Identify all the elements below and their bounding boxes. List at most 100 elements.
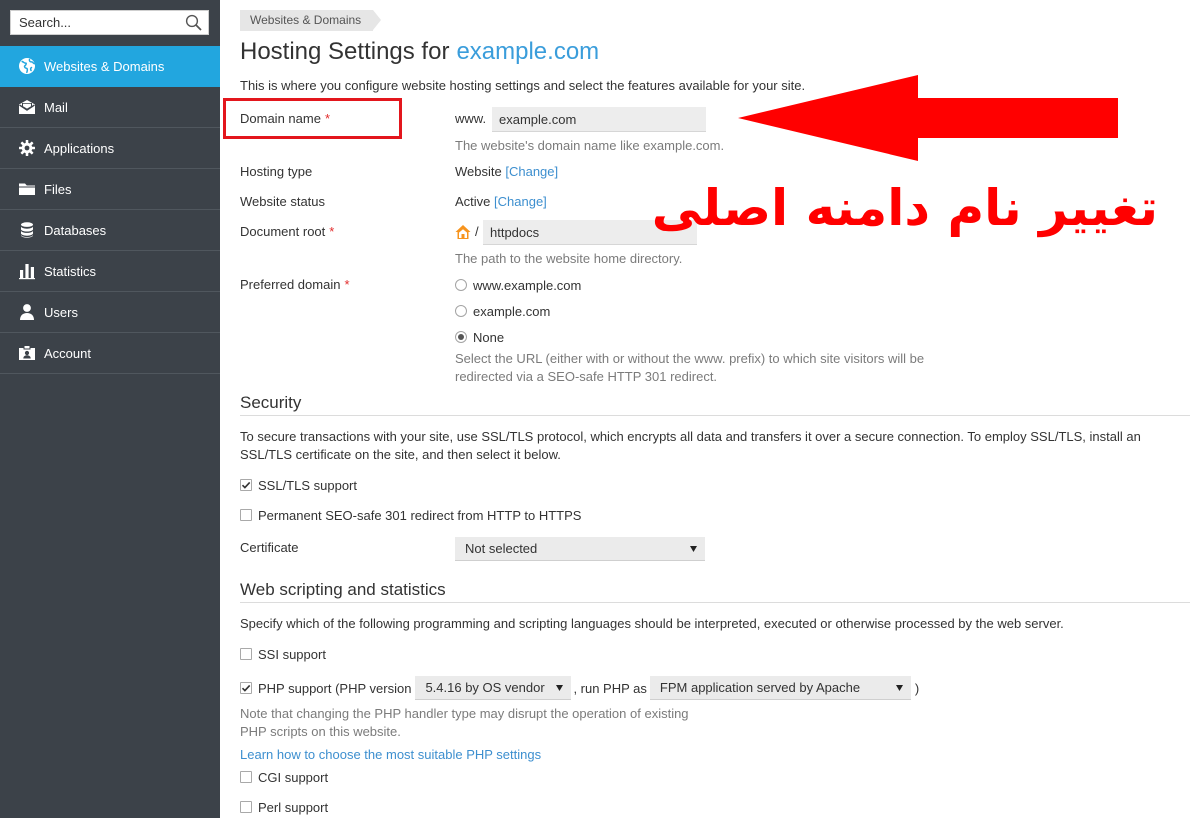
preferred-domain-option-none[interactable]: None xyxy=(455,328,504,346)
annotation-text: تغییر نام دامنه اصلی xyxy=(651,179,1158,237)
php-handler-select[interactable]: FPM application served by Apache xyxy=(649,676,911,700)
php-support-label: PHP support (PHP version xyxy=(258,680,412,696)
preferred-domain-label-text: Preferred domain xyxy=(240,277,341,292)
hosting-type-label: Hosting type xyxy=(240,164,313,179)
checkbox-label: CGI support xyxy=(258,769,329,785)
checkbox-label: SSL/TLS support xyxy=(258,477,357,493)
radio-button[interactable] xyxy=(455,331,467,343)
checkbox-label: Perl support xyxy=(258,799,329,815)
sidebar-item-websites-domains[interactable]: Websites & Domains xyxy=(0,46,220,87)
hosting-type-change-link[interactable]: [Change] xyxy=(505,164,558,179)
intro-line: To secure transactions with your site, u… xyxy=(240,429,1141,444)
page-title-text: Hosting Settings for xyxy=(240,38,450,65)
website-status-value: Active [Change] xyxy=(455,193,547,211)
checkmark-icon xyxy=(241,684,251,692)
annotation-highlight-box xyxy=(223,98,402,139)
checkmark-icon xyxy=(241,481,251,489)
sidebar-item-label: Mail xyxy=(44,99,68,115)
ssi-support-checkbox[interactable] xyxy=(240,648,252,660)
sidebar-item-label: Users xyxy=(44,304,78,320)
php-support-checkbox[interactable] xyxy=(240,682,252,694)
scripting-heading: Web scripting and statistics xyxy=(240,580,446,599)
page-title-domain: example.com xyxy=(456,38,600,65)
sidebar-item-label: Applications xyxy=(44,140,115,156)
domain-name-input[interactable] xyxy=(492,107,706,132)
perl-support-option[interactable]: Perl support xyxy=(240,798,328,816)
radio-label: None xyxy=(473,329,505,345)
search-input[interactable] xyxy=(11,11,183,34)
radio-button[interactable] xyxy=(455,279,467,291)
sidebar-item-label: Statistics xyxy=(44,263,97,279)
document-root-help: The path to the website home directory. xyxy=(455,251,683,266)
security-intro: To secure transactions with your site, u… xyxy=(240,428,1141,464)
radio-label: example.com xyxy=(473,303,551,319)
radio-button[interactable] xyxy=(455,305,467,317)
bar-chart-icon xyxy=(19,264,35,280)
hosting-type-text: Website xyxy=(455,164,502,179)
perl-support-checkbox[interactable] xyxy=(240,801,252,813)
preferred-domain-option-bare[interactable]: example.com xyxy=(455,302,550,320)
php-settings-help-link[interactable]: Learn how to choose the most suitable PH… xyxy=(240,746,541,764)
sidebar-item-statistics[interactable]: Statistics xyxy=(0,251,220,292)
section-divider xyxy=(240,602,1190,603)
folder-icon xyxy=(19,183,35,195)
sidebar-item-applications[interactable]: Applications xyxy=(0,128,220,169)
chevron-down-icon xyxy=(895,685,903,691)
certificate-select[interactable]: Not selected xyxy=(455,537,705,561)
preferred-domain-label: Preferred domain * xyxy=(240,276,350,294)
mail-icon xyxy=(19,100,35,114)
chevron-down-icon xyxy=(690,546,697,552)
php-version-select[interactable]: 5.4.16 by OS vendor xyxy=(415,676,572,700)
cgi-support-option[interactable]: CGI support xyxy=(240,768,328,786)
certificate-label: Certificate xyxy=(240,540,299,555)
note-line: PHP scripts on this website. xyxy=(240,724,401,739)
search-box xyxy=(10,10,209,35)
sidebar-item-users[interactable]: Users xyxy=(0,292,220,333)
website-status-label: Website status xyxy=(240,194,326,209)
required-mark: * xyxy=(344,277,350,292)
breadcrumb: Websites & Domains xyxy=(240,10,382,31)
php-support-row: PHP support (PHP version 5.4.16 by OS ve… xyxy=(240,676,919,700)
section-divider xyxy=(240,415,1190,416)
ssl-support-checkbox[interactable] xyxy=(240,479,252,491)
preferred-domain-help: Select the URL (either with or without t… xyxy=(455,350,924,386)
document-root-separator: / xyxy=(475,224,479,239)
sidebar-nav: Websites & Domains Mail Applications Fil… xyxy=(0,46,220,374)
security-heading: Security xyxy=(240,393,302,412)
home-icon xyxy=(455,225,471,239)
sidebar: Websites & Domains Mail xyxy=(0,0,220,818)
page-description: This is where you configure website host… xyxy=(240,78,806,93)
https-redirect-option[interactable]: Permanent SEO-safe 301 redirect from HTT… xyxy=(240,506,581,524)
breadcrumb-item-websites-domains[interactable]: Websites & Domains xyxy=(250,13,361,27)
globe-icon xyxy=(19,58,36,74)
help-line: Select the URL (either with or without t… xyxy=(455,351,925,366)
hosting-type-value: Website [Change] xyxy=(455,163,558,181)
website-status-change-link[interactable]: [Change] xyxy=(494,194,547,209)
document-root-label-text: Document root xyxy=(240,224,326,239)
website-status-text: Active xyxy=(455,194,491,209)
sidebar-item-account[interactable]: Account xyxy=(0,333,220,374)
https-redirect-checkbox[interactable] xyxy=(240,509,252,521)
intro-line: SSL/TLS certificate on the site, and the… xyxy=(240,447,561,462)
page-title: Hosting Settings for example.com xyxy=(240,37,599,67)
user-icon xyxy=(20,304,34,320)
arrow-left-icon xyxy=(738,75,1118,161)
help-line: redirected via a SEO-safe HTTP 301 redir… xyxy=(455,369,718,384)
checkbox-label: Permanent SEO-safe 301 redirect from HTT… xyxy=(258,507,582,523)
certificate-select-value: Not selected xyxy=(465,541,538,556)
ssi-support-option[interactable]: SSI support xyxy=(240,645,326,663)
ssl-support-option[interactable]: SSL/TLS support xyxy=(240,476,357,494)
search-icon[interactable] xyxy=(185,14,202,31)
preferred-domain-option-www[interactable]: www.example.com xyxy=(455,276,581,294)
sidebar-item-label: Websites & Domains xyxy=(44,58,165,74)
account-icon xyxy=(19,345,35,360)
cgi-support-checkbox[interactable] xyxy=(240,771,252,783)
sidebar-item-label: Databases xyxy=(44,222,107,238)
sidebar-item-mail[interactable]: Mail xyxy=(0,87,220,128)
note-line: Note that changing the PHP handler type … xyxy=(240,706,689,721)
sidebar-item-databases[interactable]: Databases xyxy=(0,210,220,251)
php-version-value: 5.4.16 by OS vendor xyxy=(425,680,545,695)
scripting-intro: Specify which of the following programmi… xyxy=(240,616,1064,631)
sidebar-item-label: Files xyxy=(44,181,72,197)
sidebar-item-files[interactable]: Files xyxy=(0,169,220,210)
